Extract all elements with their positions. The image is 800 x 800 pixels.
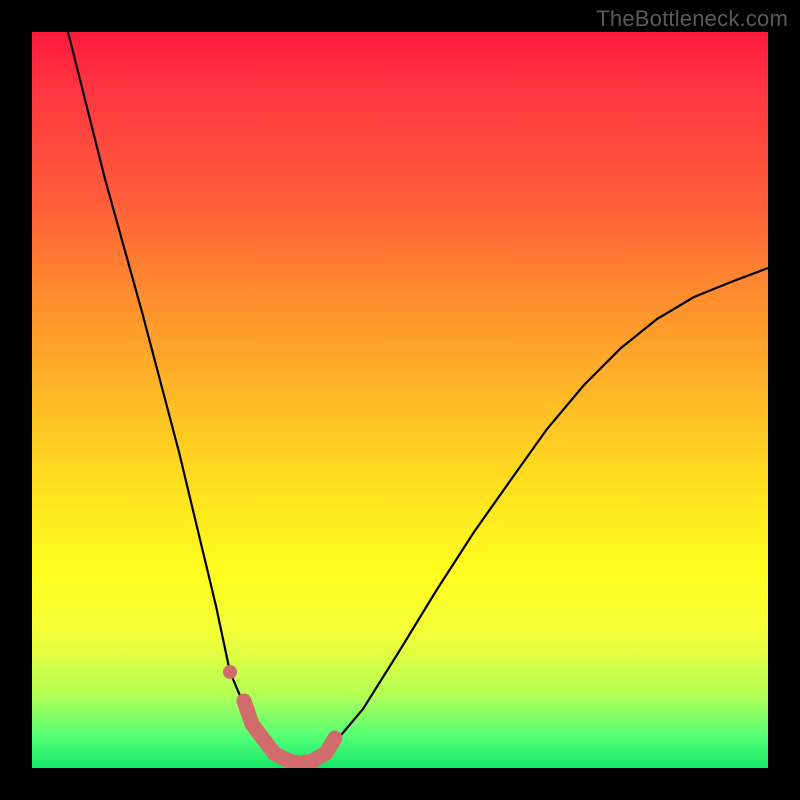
chart-frame: TheBottleneck.com: [0, 0, 800, 800]
curve-layer: [32, 32, 768, 768]
highlight-segment: [223, 665, 335, 763]
plot-area: [32, 32, 768, 768]
bottleneck-curve: [68, 32, 768, 761]
watermark-text: TheBottleneck.com: [596, 6, 788, 32]
